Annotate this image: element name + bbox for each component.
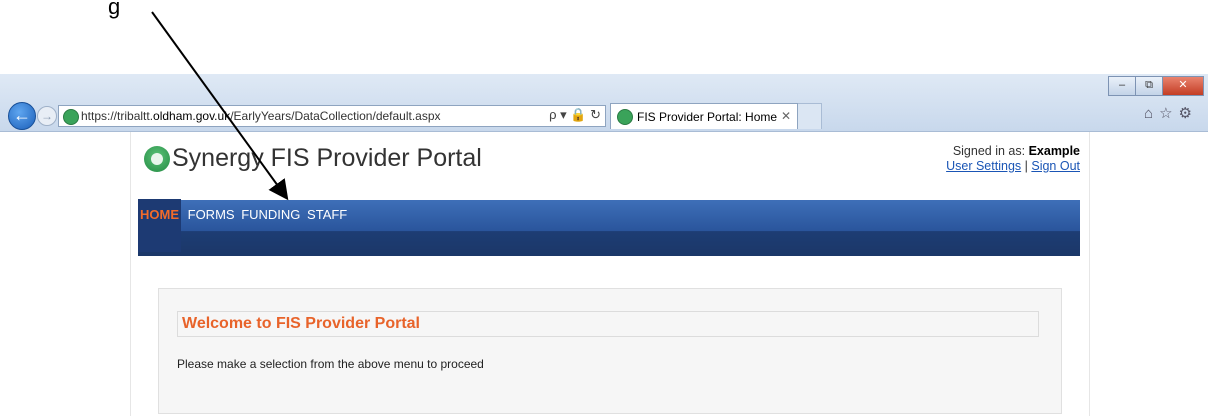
tab-home[interactable]: FIS Provider Portal: Home ✕: [610, 103, 798, 129]
welcome-title: Welcome to FIS Provider Portal: [182, 315, 420, 332]
page-content: Synergy FIS Provider Portal Signed in as…: [0, 132, 1208, 416]
window-controls: – ⧉ ✕: [1108, 76, 1204, 96]
user-settings-link[interactable]: User Settings: [946, 159, 1021, 173]
sign-out-link[interactable]: Sign Out: [1031, 159, 1080, 173]
tab-favicon-icon: [617, 109, 633, 125]
main-nav: HOME FORMS FUNDING STAFF: [138, 199, 1080, 256]
nav-staff[interactable]: STAFF: [307, 207, 347, 222]
instruction-text: g: [108, 0, 121, 19]
synergy-logo-icon: [144, 146, 170, 172]
nav-home[interactable]: HOME: [138, 199, 181, 252]
url-host: oldham.gov.uk: [153, 109, 231, 123]
signed-in-panel: Signed in as: Example User Settings | Si…: [946, 144, 1080, 174]
forward-arrow-icon[interactable]: →: [37, 106, 57, 126]
welcome-panel: Welcome to FIS Provider Portal Please ma…: [158, 288, 1062, 414]
tab-title: FIS Provider Portal: Home: [637, 110, 778, 124]
address-tools-icons[interactable]: ρ ▾ 🔒 ↻: [549, 107, 601, 123]
link-separator: |: [1024, 159, 1028, 173]
back-arrow-icon[interactable]: ←: [8, 102, 36, 130]
user-name: Example: [1028, 144, 1080, 158]
site-favicon-icon: [63, 109, 79, 125]
nav-funding[interactable]: FUNDING: [241, 207, 300, 222]
url-text[interactable]: https://tribaltt.oldham.gov.uk/EarlyYear…: [81, 109, 441, 123]
url-path: /EarlyYears/DataCollection/default.aspx: [230, 109, 441, 123]
home-favorites-settings-icons[interactable]: ⌂☆⚙: [1144, 104, 1198, 122]
browser-toolbar: ← → https://tribaltt.oldham.gov.uk/Early…: [0, 74, 1208, 132]
restore-icon[interactable]: ⧉: [1135, 76, 1163, 96]
page-title: Synergy FIS Provider Portal: [172, 144, 482, 172]
close-tab-icon[interactable]: ✕: [781, 109, 791, 123]
signed-in-label: Signed in as:: [952, 144, 1026, 158]
url-prefix: https://tribaltt.: [81, 109, 154, 123]
welcome-header: Welcome to FIS Provider Portal: [177, 311, 1039, 337]
new-tab-button[interactable]: [798, 103, 822, 129]
minimize-icon[interactable]: –: [1108, 76, 1136, 96]
address-bar[interactable]: https://tribaltt.oldham.gov.uk/EarlyYear…: [58, 105, 606, 127]
close-window-icon[interactable]: ✕: [1162, 76, 1204, 96]
nav-forms[interactable]: FORMS: [188, 207, 235, 222]
instruction-message: Please make a selection from the above m…: [177, 357, 484, 371]
